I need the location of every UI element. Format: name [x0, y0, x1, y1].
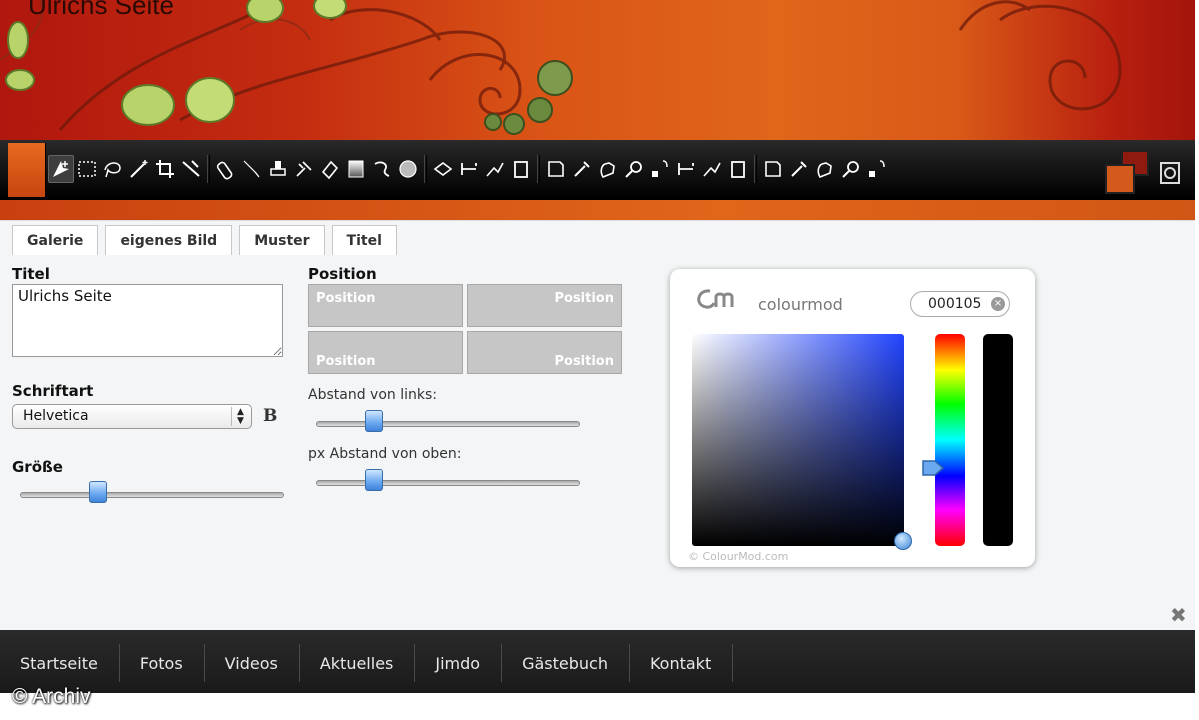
toolbar-separator — [207, 155, 210, 183]
text-tool-icon[interactable] — [456, 155, 482, 183]
top-offset-slider[interactable] — [316, 469, 580, 491]
zoom-tool-icon-2[interactable] — [838, 155, 864, 183]
color-swatch[interactable] — [1103, 150, 1149, 196]
colourmod-logo-icon — [697, 289, 734, 309]
select-arrows-icon: ▲ ▼ — [231, 407, 249, 426]
shape-tool-icon[interactable] — [508, 155, 534, 183]
size-slider[interactable] — [20, 481, 284, 503]
font-label: Schriftart — [12, 382, 94, 400]
close-icon[interactable]: ✖ — [1170, 603, 1187, 628]
zoom-tool-icon[interactable] — [621, 155, 647, 183]
smudge-tool-icon[interactable] — [369, 155, 395, 183]
left-offset-thumb[interactable] — [365, 410, 383, 432]
alpha-slider[interactable] — [983, 334, 1013, 546]
shape-tool-icon-2[interactable] — [725, 155, 751, 183]
clone-stamp-icon[interactable] — [265, 155, 291, 183]
top-offset-track — [316, 480, 580, 486]
position-bottom-right[interactable]: Position — [467, 331, 622, 374]
position-grid: Position Position Position Position — [308, 284, 623, 376]
eraser-tool-icon[interactable] — [317, 155, 343, 183]
tab-eigenes-bild[interactable]: eigenes Bild — [105, 225, 233, 255]
path-select-icon[interactable] — [482, 155, 508, 183]
lasso-tool-icon[interactable] — [100, 155, 126, 183]
position-label: Position — [308, 265, 377, 283]
eyedropper-icon[interactable] — [569, 155, 595, 183]
font-select-value: Helvetica — [23, 408, 89, 424]
title-settings-panel: Galerie eigenes Bild Muster Titel Titel … — [0, 220, 1195, 630]
editor-toolbar — [0, 140, 1195, 200]
position-top-left[interactable]: Position — [308, 284, 463, 327]
left-offset-label: Abstand von links: — [308, 387, 437, 403]
nav-items: Startseite Fotos Videos Aktuelles Jimdo … — [0, 644, 734, 682]
hand-tool-icon[interactable] — [595, 155, 621, 183]
title-textarea[interactable] — [12, 284, 283, 357]
color-selector-handle[interactable] — [894, 532, 912, 550]
healing-brush-icon[interactable] — [213, 155, 239, 183]
nav-jimdo[interactable]: Jimdo — [415, 644, 503, 682]
saturation-value-area[interactable] — [692, 334, 904, 546]
toolbar-separator — [754, 155, 757, 183]
crop-tool-icon[interactable] — [152, 155, 178, 183]
colourmod-credit: © ColourMod.com — [688, 550, 789, 563]
position-bottom-left[interactable]: Position — [308, 331, 463, 374]
swap-colors-icon-2[interactable] — [864, 155, 890, 183]
foreground-color-swatch[interactable] — [1105, 164, 1135, 194]
hex-value: 000105 — [928, 296, 982, 312]
move-tool-icon[interactable] — [48, 155, 74, 183]
hand-tool-icon-2[interactable] — [812, 155, 838, 183]
top-offset-thumb[interactable] — [365, 469, 383, 491]
page-edge — [1195, 0, 1199, 720]
clear-icon[interactable]: × — [991, 297, 1005, 311]
site-title: Ulrichs Seite — [28, 0, 174, 20]
size-slider-thumb[interactable] — [89, 481, 107, 503]
left-offset-slider[interactable] — [316, 410, 580, 432]
eyedropper-icon-2[interactable] — [786, 155, 812, 183]
toolbar-color-chip — [8, 143, 46, 197]
text-tool-icon-2[interactable] — [673, 155, 699, 183]
hex-input[interactable]: 000105 × — [910, 291, 1010, 317]
marquee-tool-icon[interactable] — [74, 155, 100, 183]
colour-picker: colourmod 000105 × © ColourMod.com — [670, 269, 1035, 567]
hue-slider-thumb[interactable] — [922, 459, 944, 477]
tab-galerie[interactable]: Galerie — [12, 225, 99, 255]
banner-strip — [0, 200, 1195, 220]
notes-tool-icon[interactable] — [543, 155, 569, 183]
notes-tool-icon-2[interactable] — [760, 155, 786, 183]
dodge-tool-icon[interactable] — [395, 155, 421, 183]
nav-videos[interactable]: Videos — [205, 644, 300, 682]
floral-decoration — [0, 0, 1122, 135]
title-label: Titel — [12, 265, 50, 283]
size-slider-track — [20, 492, 284, 498]
archive-watermark: © Archiv — [12, 685, 91, 708]
tab-muster[interactable]: Muster — [239, 225, 325, 255]
nav-gaestebuch[interactable]: Gästebuch — [502, 644, 630, 682]
bold-button[interactable]: B — [263, 406, 277, 426]
swap-colors-icon[interactable] — [647, 155, 673, 183]
site-navigation: Startseite Fotos Videos Aktuelles Jimdo … — [0, 630, 1195, 693]
magic-wand-icon[interactable] — [126, 155, 152, 183]
quick-mask-icon[interactable] — [1157, 158, 1183, 188]
history-brush-icon[interactable] — [291, 155, 317, 183]
path-select-icon-2[interactable] — [699, 155, 725, 183]
nav-kontakt[interactable]: Kontakt — [630, 644, 734, 682]
position-top-right[interactable]: Position — [467, 284, 622, 327]
size-label: Größe — [12, 458, 63, 476]
nav-fotos[interactable]: Fotos — [120, 644, 205, 682]
pen-tool-icon[interactable] — [430, 155, 456, 183]
left-offset-track — [316, 421, 580, 427]
tool-row — [48, 152, 890, 186]
top-offset-label: px Abstand von oben: — [308, 446, 462, 462]
nav-startseite[interactable]: Startseite — [0, 644, 120, 682]
toolbar-separator — [424, 155, 427, 183]
gradient-tool-icon[interactable] — [343, 155, 369, 183]
hue-slider[interactable] — [935, 334, 965, 546]
font-select[interactable]: Helvetica ▲ ▼ — [12, 404, 252, 429]
brush-tool-icon[interactable] — [239, 155, 265, 183]
nav-aktuelles[interactable]: Aktuelles — [300, 644, 416, 682]
tab-bar: Galerie eigenes Bild Muster Titel — [12, 225, 404, 255]
toolbar-separator — [537, 155, 540, 183]
slice-tool-icon[interactable] — [178, 155, 204, 183]
colourmod-brand: colourmod — [758, 295, 843, 314]
tab-titel[interactable]: Titel — [331, 225, 397, 255]
